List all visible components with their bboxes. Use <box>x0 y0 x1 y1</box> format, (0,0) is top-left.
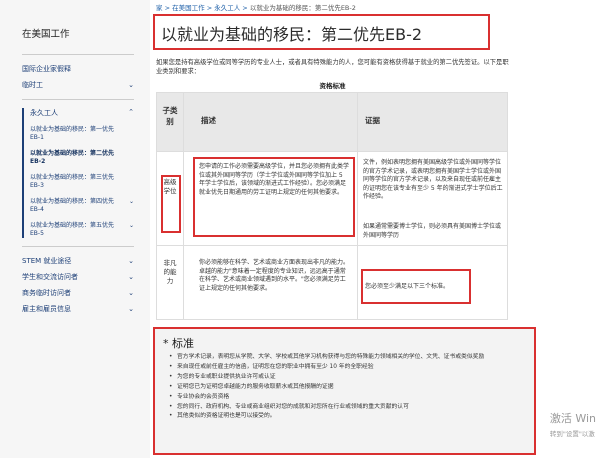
criteria-section: * 标准 官方学术记录，表明您从学院、大学、学校或其他学习机构获得与您的特殊能力… <box>153 327 536 455</box>
sidebar-item-label: 永久工人 <box>30 109 58 117</box>
chevron-down-icon[interactable]: ⌄ <box>129 222 134 230</box>
list-item: 官方学术记录，表明您从学院、大学、学校或其他学习机构获得与您的特殊能力领域相关的… <box>169 353 534 363</box>
sidebar-subitem-eb5[interactable]: 以就业为基础的移民：第五优先EB-5 ⌄ <box>30 222 134 238</box>
highlight-box <box>161 175 181 233</box>
table-divider <box>157 151 507 152</box>
table-divider <box>183 93 184 319</box>
breadcrumb-separator: > <box>164 4 171 12</box>
table-divider <box>157 245 507 246</box>
sidebar-item-label: 学生和交流访问者 <box>22 273 78 281</box>
watermark-line2: 转到"设置"以激 <box>549 430 595 438</box>
sidebar-divider <box>22 54 134 55</box>
sidebar-subitem-label: 以就业为基础的移民：第四优先EB-4 <box>30 198 115 213</box>
page-title: 以就业为基础的移民：第二优先EB-2 <box>153 14 490 50</box>
row-evidence2-advanced-degree: 如果通常需要博士学位，则必须具有美国博士学位或外国同等学历 <box>363 223 502 239</box>
sidebar-item-label: 临时工 <box>22 81 43 89</box>
header-evidence: 证据 <box>365 116 380 125</box>
sidebar-subitem-label: 以就业为基础的移民：第二优先EB-2 <box>30 150 115 165</box>
breadcrumb-home-link[interactable]: 家 <box>156 4 163 12</box>
chevron-down-icon[interactable]: ⌄ <box>128 289 134 297</box>
highlight-box <box>361 269 471 304</box>
sidebar-divider <box>22 246 134 247</box>
main-content: 家 > 在美国工作 > 永久工人 > 以就业为基础的移民：第二优先EB-2 以就… <box>150 0 600 458</box>
list-item: 您的同行、政府机构、专业或商业组织对您的成就和对您所在行业或领域的重大贡献的认可 <box>169 403 534 413</box>
sidebar-group-permanent-workers: 永久工人 ⌃ 以就业为基础的移民：第一优先EB-1 以就业为基础的移民：第二优先… <box>22 108 134 238</box>
sidebar-item-entrepreneur-parole[interactable]: 国际企业家假释 <box>22 61 134 77</box>
header-category: 子类别 <box>162 106 178 126</box>
list-item: 来自现任或前任雇主的信函，证明您在您的职业中拥有至少 10 年的全职经验 <box>169 363 534 373</box>
row-category-exceptional-ability: 非凡的能力 <box>163 259 177 285</box>
sidebar-item-business-visitors[interactable]: 商务临时访问者 ⌄ <box>22 285 134 301</box>
sidebar-item-students[interactable]: 学生和交流访问者 ⌄ <box>22 269 134 285</box>
breadcrumb-current: 以就业为基础的移民：第二优先EB-2 <box>249 4 356 12</box>
highlight-box <box>193 157 355 237</box>
sidebar-item-label: STEM 就业途径 <box>22 257 72 265</box>
breadcrumb: 家 > 在美国工作 > 永久工人 > 以就业为基础的移民：第二优先EB-2 <box>156 2 356 12</box>
sidebar-item-stem[interactable]: STEM 就业途径 ⌄ <box>22 253 134 269</box>
sidebar-subitem-eb4[interactable]: 以就业为基础的移民：第四优先EB-4 ⌄ <box>30 198 134 214</box>
sidebar-subitem-label: 以就业为基础的移民：第五优先EB-5 <box>30 222 115 237</box>
sidebar-item-label: 雇主和雇员信息 <box>22 305 71 313</box>
sidebar-subitem-label: 以就业为基础的移民：第一优先EB-1 <box>30 126 115 141</box>
sidebar-item-label: 国际企业家假释 <box>22 65 71 73</box>
sidebar-item-permanent-workers[interactable]: 永久工人 ⌃ <box>30 108 134 118</box>
list-item: 专业协会的会员资格 <box>169 393 534 403</box>
chevron-down-icon[interactable]: ⌄ <box>128 305 134 313</box>
watermark-line1: 激活 Win <box>549 412 596 425</box>
row-evidence-advanced-degree: 文件，例如表明您拥有美国高级学位或外国同等学位的官方学术记录，或表明您拥有美国学… <box>363 159 503 201</box>
sidebar-item-employer-info[interactable]: 雇主和雇员信息 ⌄ <box>22 301 134 317</box>
table-divider <box>357 93 358 319</box>
sidebar-subitem-eb2[interactable]: 以就业为基础的移民：第二优先EB-2 <box>30 150 134 166</box>
list-item: 其他类似的资格证明也是可以接受的。 <box>169 412 534 422</box>
chevron-down-icon[interactable]: ⌄ <box>128 273 134 281</box>
header-description: 描述 <box>201 116 216 125</box>
sidebar-subitem-eb3[interactable]: 以就业为基础的移民：第三优先EB-3 <box>30 174 134 190</box>
sidebar-nav: 在美国工作 国际企业家假释 临时工 ⌄ 永久工人 ⌃ 以就业为基础的移民：第一优… <box>22 20 134 317</box>
chevron-down-icon[interactable]: ⌄ <box>129 198 134 206</box>
sidebar-item-temporary-workers[interactable]: 临时工 ⌄ <box>22 77 134 93</box>
eligibility-table: 子类别 描述 证据 高级学位 您申请的工作必须需要高级学位，并且您必须拥有此类学… <box>156 92 508 320</box>
table-header-row: 子类别 描述 证据 <box>157 93 507 151</box>
table-caption: 资格标准 <box>319 82 346 90</box>
breadcrumb-work-link[interactable]: 在美国工作 <box>172 4 205 12</box>
sidebar-divider <box>22 99 134 100</box>
sidebar-subitem-eb1[interactable]: 以就业为基础的移民：第一优先EB-1 <box>30 126 134 142</box>
list-item: 为您的专业或职业提供执业许可或认证 <box>169 373 534 383</box>
sidebar-subitem-label: 以就业为基础的移民：第三优先EB-3 <box>30 174 115 189</box>
breadcrumb-separator: > <box>242 4 248 12</box>
windows-activation-watermark: 激活 Win 转到"设置"以激 <box>550 410 596 438</box>
chevron-down-icon[interactable]: ⌄ <box>128 257 134 265</box>
chevron-up-icon[interactable]: ⌃ <box>128 108 134 118</box>
chevron-down-icon[interactable]: ⌄ <box>128 81 134 89</box>
sidebar-title: 在美国工作 <box>22 29 70 40</box>
sidebar-item-label: 商务临时访问者 <box>22 289 71 297</box>
breadcrumb-separator: > <box>206 4 213 12</box>
criteria-list: 官方学术记录，表明您从学院、大学、学校或其他学习机构获得与您的特殊能力领域相关的… <box>155 353 534 422</box>
breadcrumb-permanent-link[interactable]: 永久工人 <box>214 4 240 12</box>
intro-paragraph: 如果您是持有高级学位或同等学历的专业人士，或者具有特殊能力的人，您可能有资格获得… <box>156 59 509 75</box>
list-item: 证明您已为证明您卓越能力的服务收取薪水或其他报酬的证据 <box>169 383 534 393</box>
row-description-exceptional-ability: 你必须能够在科学、艺术或商业方面表现出非凡的能力。卓越的能力"意味着一定程度的专… <box>199 259 350 292</box>
criteria-title: * 标准 <box>163 337 194 350</box>
